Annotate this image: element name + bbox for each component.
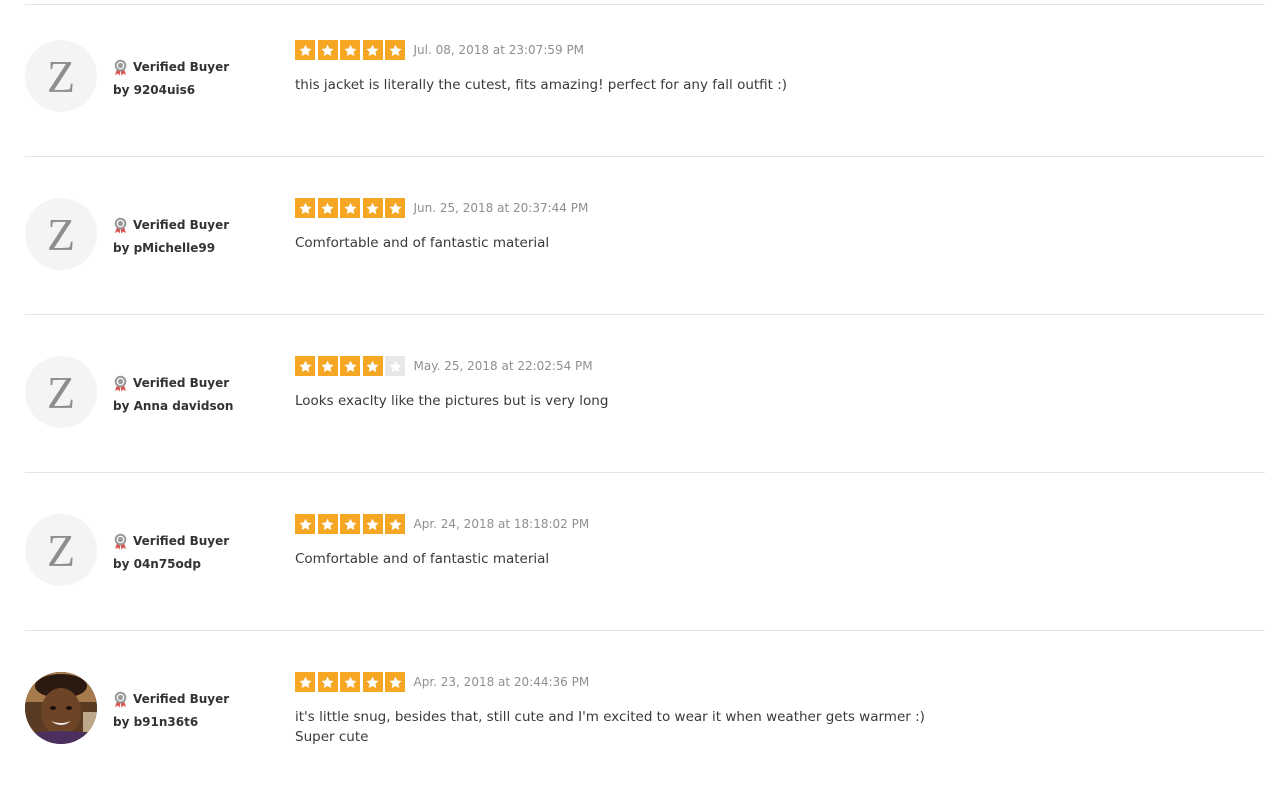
brand-logo-z-icon: Z: [46, 51, 76, 102]
star-filled-icon: [295, 356, 315, 376]
review-text: Looks exaclty like the pictures but is v…: [295, 391, 1255, 411]
avatar: [25, 672, 97, 744]
star-filled-icon: [317, 40, 338, 60]
verified-buyer-label: Verified Buyer: [133, 218, 230, 232]
star-filled-icon: [295, 40, 315, 60]
review-text-line: Super cute: [295, 729, 369, 745]
review-date: Jun. 25, 2018 at 20:37:44 PM: [413, 201, 589, 215]
star-filled-icon: [340, 198, 360, 218]
review-divider: [25, 472, 1265, 473]
review-text-line: it's little snug, besides that, still cu…: [295, 709, 925, 725]
review-divider: [25, 630, 1265, 631]
star-filled-icon: [295, 514, 315, 534]
reviewer-info: Verified Buyer by 9204uis6: [113, 57, 229, 97]
star-filled-icon: [340, 514, 360, 534]
review-date: Apr. 24, 2018 at 18:18:02 PM: [413, 517, 590, 531]
star-empty-icon: [385, 356, 405, 376]
verified-buyer-label: Verified Buyer: [133, 376, 230, 390]
review-date: May. 25, 2018 at 22:02:54 PM: [413, 359, 593, 373]
review-text-line: Looks exaclty like the pictures but is v…: [295, 393, 609, 409]
review-divider: [25, 314, 1265, 315]
verified-badge-icon: [113, 217, 128, 234]
star-rating: [295, 514, 408, 534]
review-item: Z Verified Buyer by 04n75odp Apr. 24, 20…: [0, 479, 1281, 637]
review-item: Verified Buyer by b91n36t6 Apr. 23, 2018…: [0, 637, 1281, 795]
reviewer-info: Verified Buyer by b91n36t6: [113, 689, 229, 729]
star-filled-icon: [340, 40, 360, 60]
verified-badge-icon: [113, 533, 128, 550]
star-filled-icon: [317, 198, 338, 218]
star-filled-icon: [385, 514, 405, 534]
avatar: Z: [25, 514, 97, 586]
verified-buyer-label: Verified Buyer: [133, 534, 230, 548]
review-content: May. 25, 2018 at 22:02:54 PM Looks exacl…: [295, 355, 1255, 411]
review-text: Comfortable and of fantastic material: [295, 549, 1255, 569]
reviewer-name: by Anna davidson: [113, 399, 234, 413]
star-filled-icon: [362, 356, 383, 376]
star-rating: [295, 40, 408, 60]
verified-buyer-label: Verified Buyer: [133, 60, 230, 74]
user-photo-icon: [25, 672, 97, 744]
review-date: Apr. 23, 2018 at 20:44:36 PM: [413, 675, 590, 689]
review-text: Comfortable and of fantastic material: [295, 233, 1255, 253]
reviewer-info: Verified Buyer by pMichelle99: [113, 215, 229, 255]
verified-buyer-label: Verified Buyer: [133, 692, 230, 706]
review-date: Jul. 08, 2018 at 23:07:59 PM: [413, 43, 585, 57]
star-filled-icon: [385, 198, 405, 218]
review-text-line: this jacket is literally the cutest, fit…: [295, 77, 788, 93]
verified-badge-icon: [113, 375, 128, 392]
star-filled-icon: [295, 672, 315, 692]
review-content: Jul. 08, 2018 at 23:07:59 PM this jacket…: [295, 39, 1255, 95]
review-content: Apr. 23, 2018 at 20:44:36 PM it's little…: [295, 671, 1255, 747]
star-filled-icon: [295, 198, 315, 218]
review-text: it's little snug, besides that, still cu…: [295, 707, 1255, 747]
star-rating: [295, 198, 408, 218]
review-item: Z Verified Buyer by pMichelle99 Jun. 25,…: [0, 163, 1281, 321]
avatar: Z: [25, 40, 97, 112]
star-filled-icon: [362, 198, 383, 218]
reviewer-name: by b91n36t6: [113, 715, 199, 729]
star-filled-icon: [340, 672, 360, 692]
review-item: Z Verified Buyer by Anna davidson May. 2…: [0, 321, 1281, 479]
brand-logo-z-icon: Z: [46, 367, 76, 418]
star-rating: [295, 672, 408, 692]
review-content: Apr. 24, 2018 at 18:18:02 PM Comfortable…: [295, 513, 1255, 569]
star-rating: [295, 356, 408, 376]
brand-logo-z-icon: Z: [46, 209, 76, 260]
reviewer-name: by 04n75odp: [113, 557, 201, 571]
star-filled-icon: [385, 40, 405, 60]
avatar: Z: [25, 198, 97, 270]
verified-badge-icon: [113, 59, 128, 76]
star-filled-icon: [317, 672, 338, 692]
review-content: Jun. 25, 2018 at 20:37:44 PM Comfortable…: [295, 197, 1255, 253]
reviewer-name: by 9204uis6: [113, 83, 196, 97]
star-filled-icon: [317, 514, 338, 534]
review-divider: [25, 156, 1265, 157]
star-filled-icon: [362, 514, 383, 534]
review-text-line: Comfortable and of fantastic material: [295, 551, 550, 567]
star-filled-icon: [385, 672, 405, 692]
review-item: Z Verified Buyer by 9204uis6 Jul. 08, 20…: [0, 5, 1281, 163]
brand-logo-z-icon: Z: [46, 525, 76, 576]
star-filled-icon: [362, 40, 383, 60]
avatar: Z: [25, 356, 97, 428]
reviewer-info: Verified Buyer by 04n75odp: [113, 531, 229, 571]
verified-badge-icon: [113, 691, 128, 708]
star-filled-icon: [317, 356, 338, 376]
reviewer-info: Verified Buyer by Anna davidson: [113, 373, 233, 413]
star-filled-icon: [362, 672, 383, 692]
reviewer-name: by pMichelle99: [113, 241, 216, 255]
review-text-line: Comfortable and of fantastic material: [295, 235, 550, 251]
review-text: this jacket is literally the cutest, fit…: [295, 75, 1255, 95]
star-filled-icon: [340, 356, 360, 376]
